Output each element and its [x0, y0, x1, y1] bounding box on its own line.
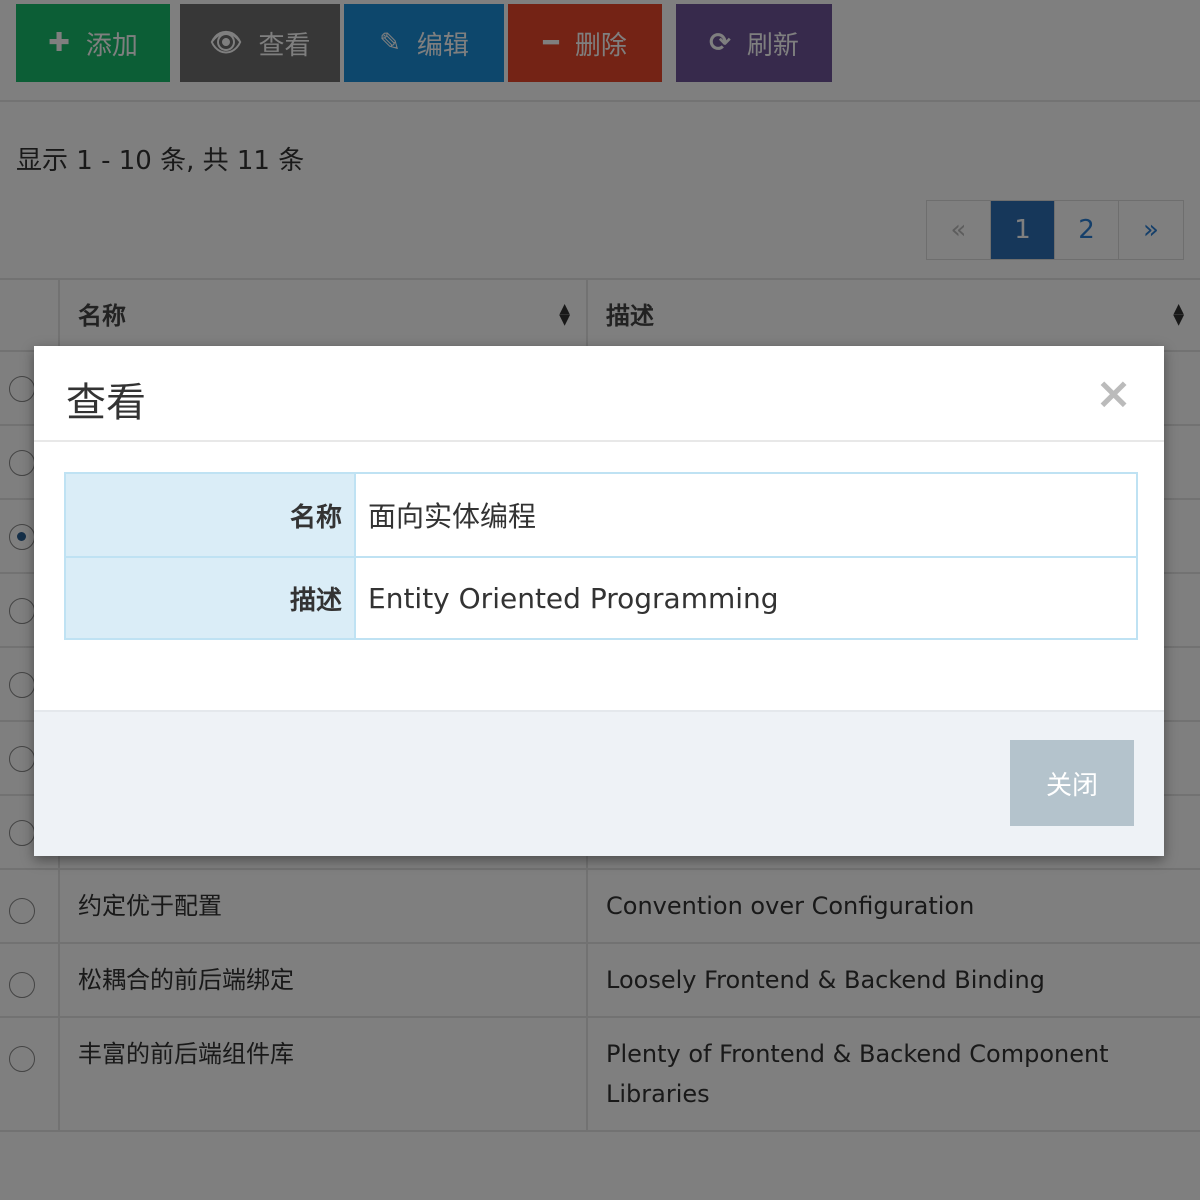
detail-row-name: 名称 面向实体编程	[66, 474, 1136, 556]
detail-row-desc: 描述 Entity Oriented Programming	[66, 556, 1136, 638]
modal-footer: 关闭	[34, 710, 1164, 856]
detail-label: 描述	[66, 558, 356, 638]
modal-body: 名称 面向实体编程 描述 Entity Oriented Programming	[34, 442, 1164, 708]
detail-label: 名称	[66, 474, 356, 556]
close-icon[interactable]: ×	[1095, 368, 1132, 419]
modal-title: 查看	[66, 380, 146, 426]
detail-value: Entity Oriented Programming	[368, 581, 779, 615]
close-button[interactable]: 关闭	[1010, 740, 1134, 826]
view-modal: 查看 × 名称 面向实体编程 描述 Entity Oriented Progra…	[34, 346, 1164, 856]
modal-header: 查看 ×	[34, 346, 1164, 442]
detail-table: 名称 面向实体编程 描述 Entity Oriented Programming	[64, 472, 1138, 640]
detail-value: 面向实体编程	[368, 500, 537, 533]
